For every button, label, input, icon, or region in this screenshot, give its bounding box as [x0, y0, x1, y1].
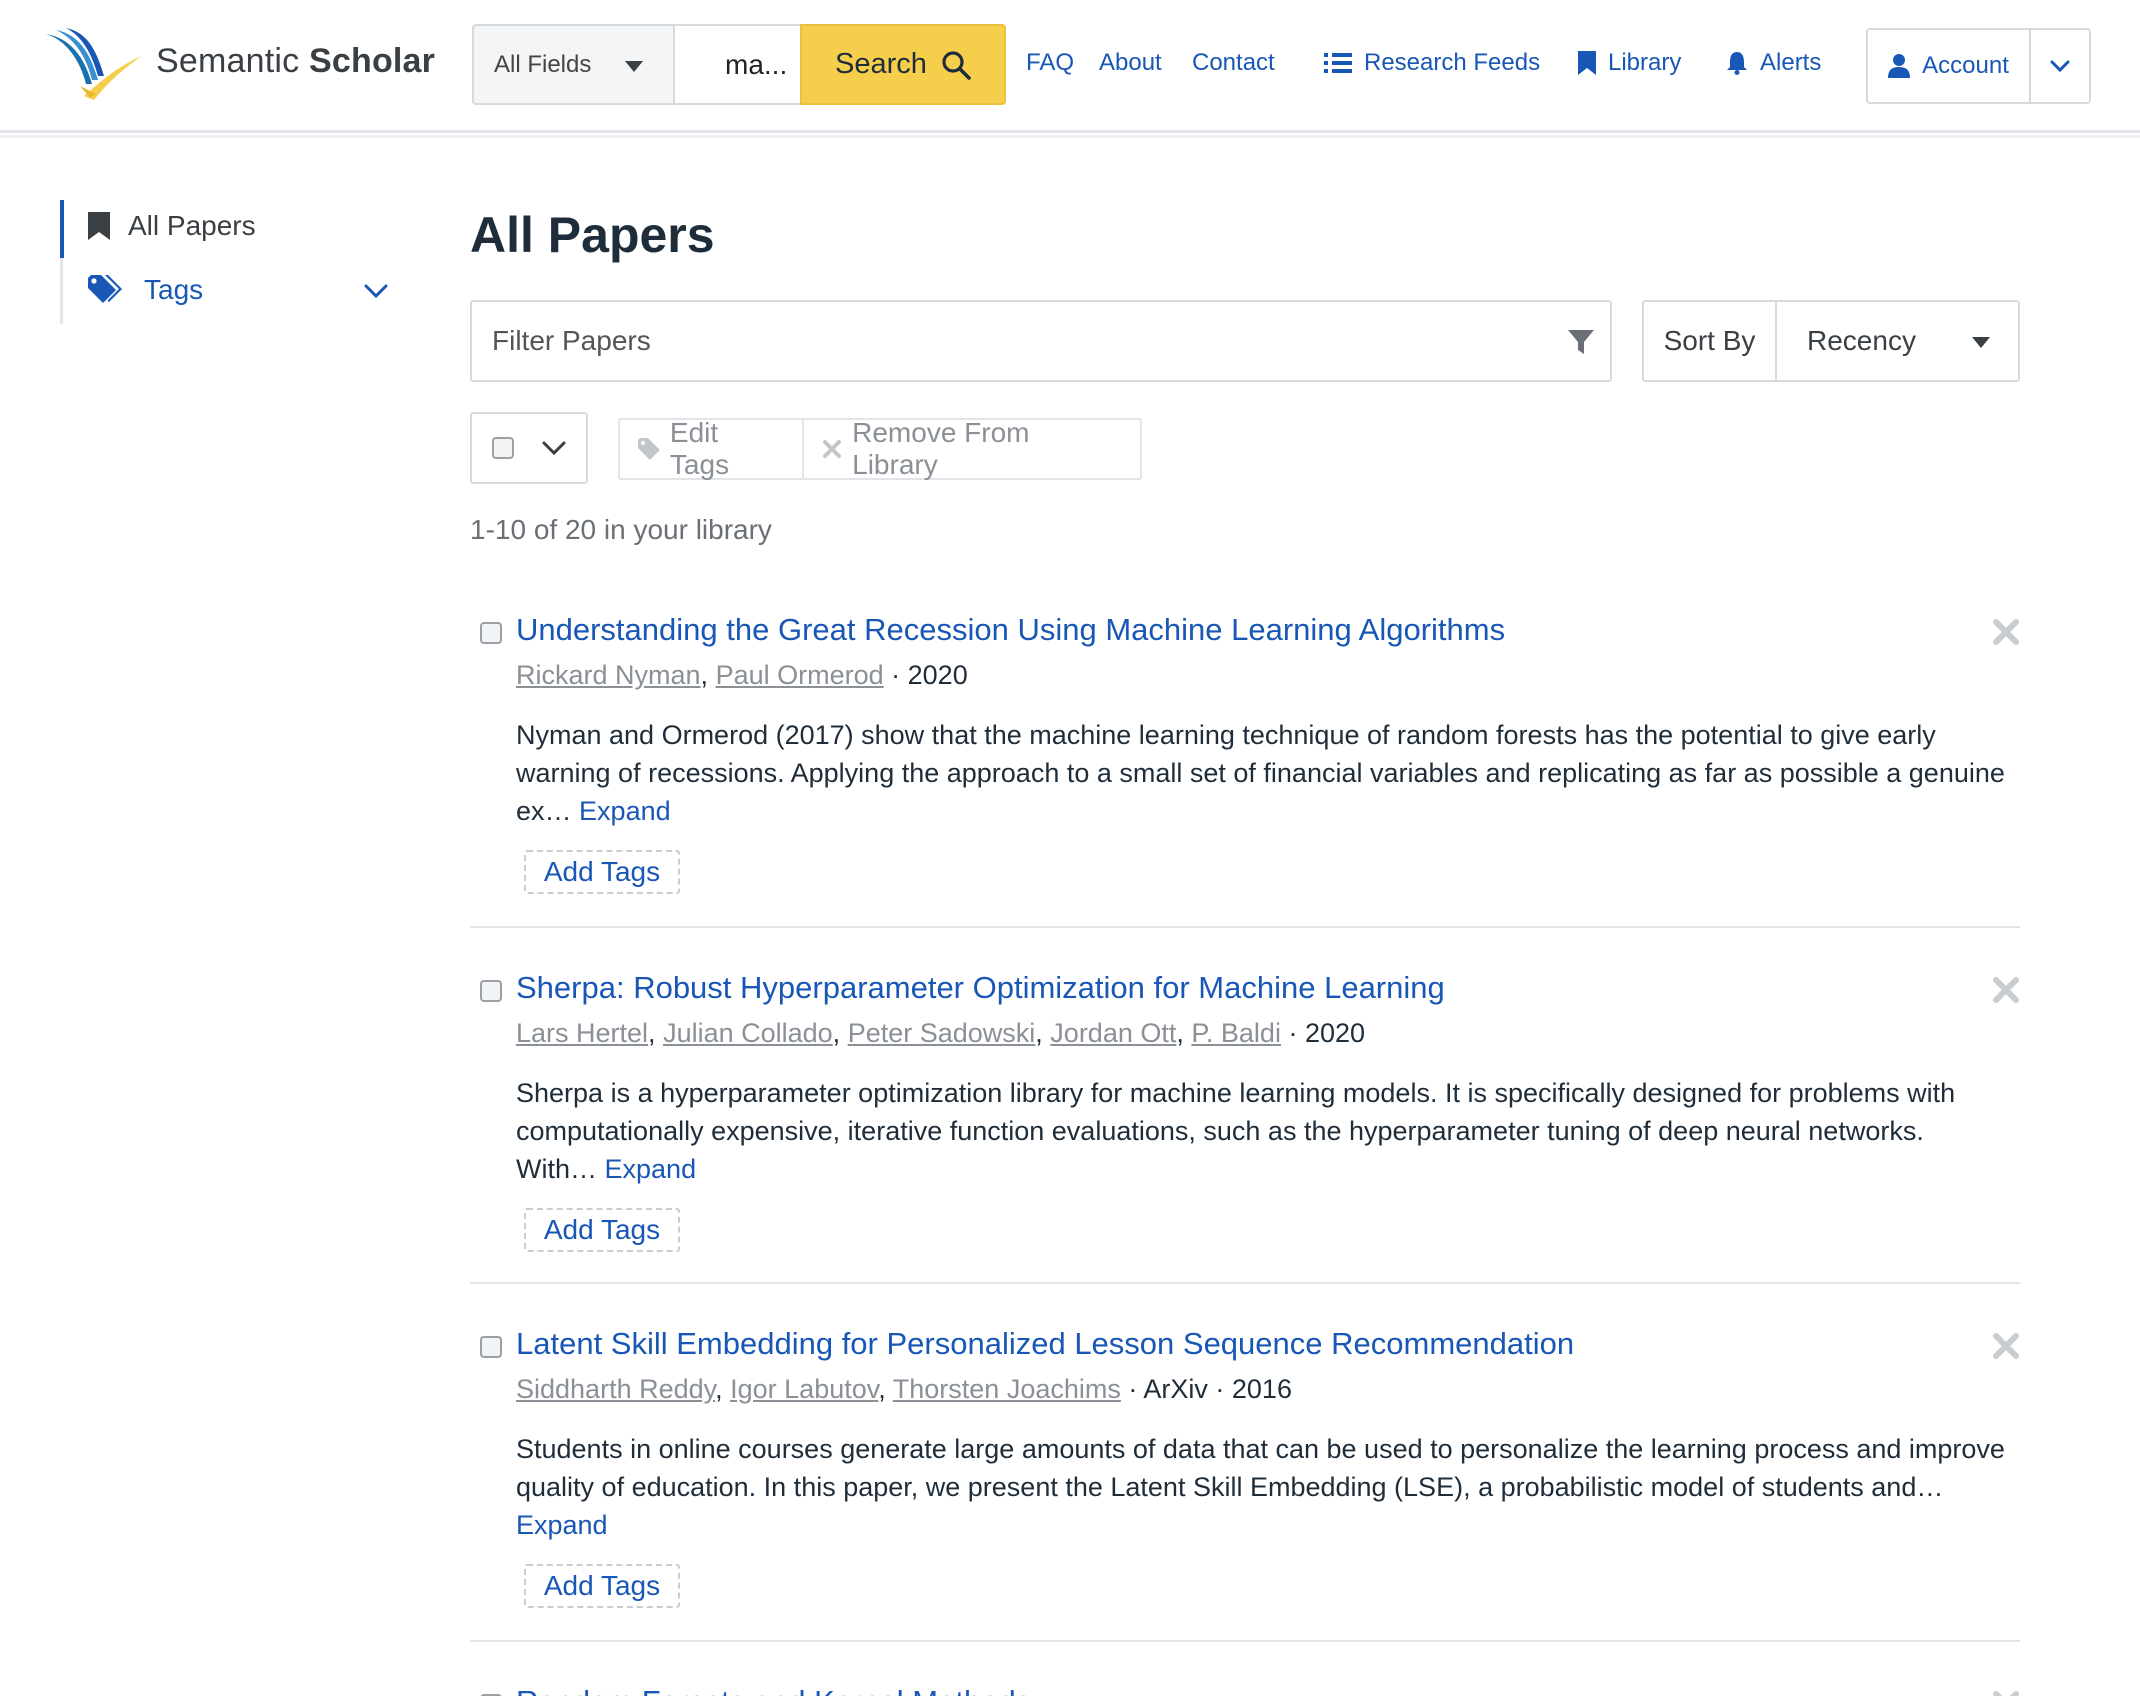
remove-from-library-button[interactable]: Remove From Library: [802, 417, 1140, 480]
sidebar-item-tags[interactable]: Tags: [88, 274, 203, 306]
author-link[interactable]: Peter Sadowski: [848, 1018, 1036, 1048]
filter-icon: [1568, 330, 1594, 354]
account-button[interactable]: Account: [1868, 30, 2031, 102]
bulk-actions: Edit Tags Remove From Library: [618, 417, 1142, 480]
paper-year: 2016: [1231, 1374, 1292, 1404]
paper-title-link[interactable]: Understanding the Great Recession Using …: [516, 612, 1505, 648]
divider: [470, 926, 2020, 928]
library-count: 1-10 of 20 in your library: [470, 514, 772, 545]
paper-meta: Lars Hertel, Julian Collado, Peter Sadow…: [516, 1018, 1366, 1048]
paper-item: Random Forests and Kernel Methods: [470, 1684, 2020, 1696]
search-field-select[interactable]: All Fields: [472, 24, 675, 105]
author-link[interactable]: Igor Labutov: [730, 1374, 878, 1404]
select-all-checkbox[interactable]: [492, 437, 514, 459]
author-link[interactable]: Julian Collado: [663, 1018, 833, 1048]
paper-checkbox[interactable]: [480, 622, 502, 644]
remove-paper-icon[interactable]: [1992, 976, 2020, 1004]
remove-paper-icon[interactable]: [1992, 1690, 2020, 1696]
remove-paper-icon[interactable]: [1992, 1332, 2020, 1360]
divider: [470, 1282, 2020, 1284]
paper-item: Sherpa: Robust Hyperparameter Optimizati…: [470, 970, 2020, 1252]
paper-checkbox[interactable]: [480, 1336, 502, 1358]
search-input[interactable]: ma...: [675, 24, 801, 105]
sidebar-item-all-papers[interactable]: All Papers: [88, 210, 256, 242]
paper-item: Understanding the Great Recession Using …: [470, 612, 2020, 894]
author-link[interactable]: Jordan Ott: [1050, 1018, 1176, 1048]
search-button[interactable]: Search: [800, 24, 1006, 105]
chevron-down-icon: [542, 441, 566, 455]
paper-title-link[interactable]: Latent Skill Embedding for Personalized …: [516, 1326, 1574, 1362]
author-link[interactable]: Rickard Nyman: [516, 660, 701, 690]
paper-year: 2020: [907, 660, 968, 690]
filter-papers-input[interactable]: [492, 325, 1492, 357]
author-link[interactable]: P. Baldi: [1191, 1018, 1281, 1048]
caret-down-icon: [1972, 337, 1990, 348]
author-link[interactable]: Siddharth Reddy: [516, 1374, 715, 1404]
add-tags-button[interactable]: Add Tags: [524, 1208, 680, 1252]
nav-alerts-link[interactable]: Alerts: [1726, 49, 1821, 77]
top-header: Semantic Scholar All Fields ma... Search…: [0, 0, 2140, 138]
nav-library-link[interactable]: Library: [1578, 49, 1681, 77]
brand-name[interactable]: Semantic Scholar: [156, 42, 435, 81]
paper-meta: Siddharth Reddy, Igor Labutov, Thorsten …: [516, 1374, 1292, 1404]
chevron-down-icon: [2050, 60, 2070, 72]
nav-contact-link[interactable]: Contact: [1192, 49, 1275, 77]
paper-meta: Rickard Nyman, Paul Ormerod · 2020: [516, 660, 968, 690]
bookmark-icon: [88, 212, 110, 240]
close-icon: [823, 440, 842, 458]
author-link[interactable]: Lars Hertel: [516, 1018, 648, 1048]
semantic-scholar-logo-icon[interactable]: [44, 26, 144, 102]
paper-title-link[interactable]: Sherpa: Robust Hyperparameter Optimizati…: [516, 970, 1445, 1006]
tags-icon: [88, 275, 122, 303]
tags-chevron-down-icon[interactable]: [364, 284, 388, 298]
paper-abstract: Nyman and Ormerod (2017) show that the m…: [516, 720, 2005, 826]
remove-paper-icon[interactable]: [1992, 618, 2020, 646]
expand-link[interactable]: Expand: [605, 1154, 697, 1184]
account-menu: Account: [1866, 28, 2091, 104]
add-tags-button[interactable]: Add Tags: [524, 850, 680, 894]
user-icon: [1888, 54, 1911, 78]
author-link[interactable]: Thorsten Joachims: [893, 1374, 1121, 1404]
sidebar-active-indicator: [60, 200, 64, 258]
paper-abstract: Students in online courses generate larg…: [516, 1434, 2005, 1540]
account-dropdown-toggle[interactable]: [2031, 30, 2089, 102]
sort-control: Sort By Recency: [1642, 300, 2020, 382]
nav-faq-link[interactable]: FAQ: [1026, 49, 1074, 77]
filter-papers-field[interactable]: [470, 300, 1612, 382]
list-icon: [1324, 53, 1352, 73]
page-title: All Papers: [470, 207, 715, 263]
add-tags-button[interactable]: Add Tags: [524, 1564, 680, 1608]
select-all-dropdown[interactable]: [470, 412, 588, 484]
paper-venue: ArXiv: [1143, 1374, 1208, 1404]
divider: [470, 1640, 2020, 1642]
search-icon: [942, 50, 971, 80]
paper-year: 2020: [1304, 1018, 1366, 1048]
paper-title-link[interactable]: Random Forests and Kernel Methods: [516, 1684, 1031, 1696]
search-field-value: All Fields: [494, 50, 592, 78]
bookmark-icon: [1578, 51, 1596, 75]
edit-tags-button[interactable]: Edit Tags: [620, 417, 802, 480]
author-link[interactable]: Paul Ormerod: [716, 660, 884, 690]
expand-link[interactable]: Expand: [516, 1510, 608, 1540]
paper-checkbox[interactable]: [480, 980, 502, 1002]
paper-item: Latent Skill Embedding for Personalized …: [470, 1326, 2020, 1608]
sort-by-label: Sort By: [1644, 302, 1777, 380]
nav-research-feeds-link[interactable]: Research Feeds: [1324, 49, 1540, 77]
nav-about-link[interactable]: About: [1099, 49, 1162, 77]
paper-abstract: Sherpa is a hyperparameter optimization …: [516, 1078, 1956, 1184]
bell-icon: [1727, 52, 1747, 75]
sort-select[interactable]: Recency: [1777, 302, 2018, 380]
caret-down-icon: [625, 61, 643, 72]
expand-link[interactable]: Expand: [579, 796, 671, 826]
tag-icon: [638, 438, 660, 460]
